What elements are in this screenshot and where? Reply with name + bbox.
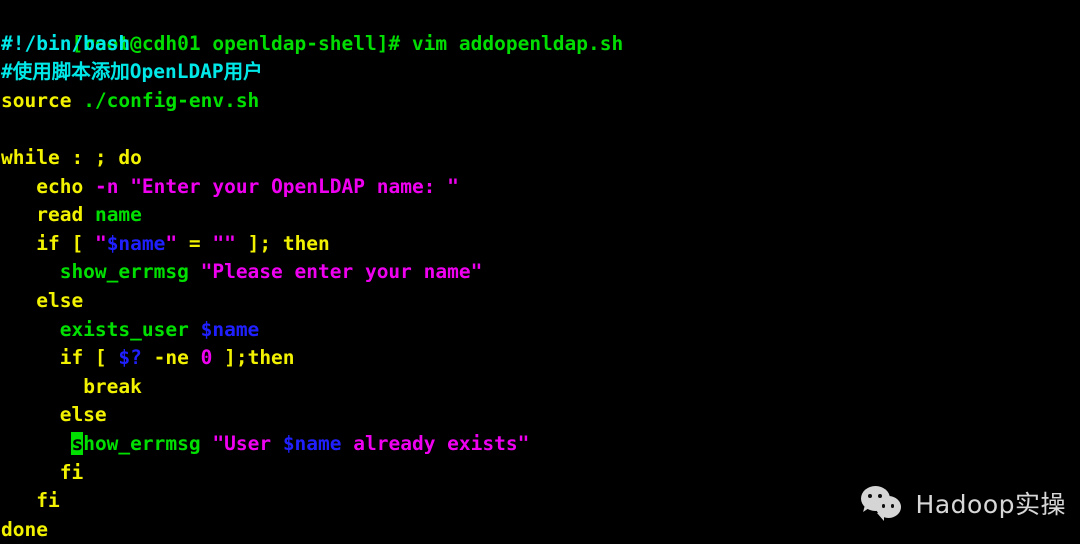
code-token: "Enter your OpenLDAP name: " xyxy=(130,174,459,198)
code-token: #使用脚本添加OpenLDAP用户 xyxy=(1,60,263,84)
code-line[interactable]: else xyxy=(1,287,1080,316)
code-token: " xyxy=(94,231,107,255)
code-line[interactable]: source ./config-env.sh xyxy=(1,87,1080,116)
code-token: #!/bin/bash xyxy=(1,31,131,55)
code-token: "" xyxy=(212,231,236,255)
code-token: then xyxy=(282,231,330,255)
code-token: already exists" xyxy=(341,431,530,455)
code-token: then xyxy=(247,346,295,370)
code-token: fi xyxy=(36,489,60,513)
code-token: = xyxy=(177,231,213,255)
code-line[interactable]: echo -n "Enter your OpenLDAP name: " xyxy=(1,173,1080,202)
code-token: "User xyxy=(212,431,283,455)
code-token: source xyxy=(1,88,72,112)
code-token: "Please enter your name" xyxy=(200,260,483,284)
code-token: fi xyxy=(59,460,84,484)
code-line[interactable]: fi xyxy=(1,487,1080,516)
code-token: if [ xyxy=(36,231,95,255)
code-token: : ; xyxy=(59,145,119,169)
code-token: name xyxy=(94,203,142,227)
code-line[interactable]: show_errmsg "Please enter your name" xyxy=(1,258,1080,287)
code-line[interactable]: show_errmsg "User $name already exists" xyxy=(1,430,1080,459)
code-line[interactable]: exists_user $name xyxy=(1,316,1080,345)
code-token: ]; xyxy=(212,346,248,370)
code-token: -n xyxy=(94,174,119,198)
code-token: show_errmsg xyxy=(59,260,189,284)
code-token: while xyxy=(1,145,60,169)
code-token: $? xyxy=(118,346,142,370)
code-token: " xyxy=(165,231,178,255)
code-line[interactable]: done xyxy=(1,516,1080,544)
vim-buffer[interactable]: #!/bin/bash #使用脚本添加OpenLDAP用户 source ./con… xyxy=(1,30,1080,544)
code-token: else xyxy=(59,403,107,427)
code-token: 0 xyxy=(200,346,213,370)
code-token: read xyxy=(36,203,84,227)
code-token: $name xyxy=(106,231,166,255)
terminal-screen[interactable]: [root@cdh01 openldap-shell]# vim addopen… xyxy=(0,0,1080,544)
code-line[interactable]: #使用脚本添加OpenLDAP用户 xyxy=(1,58,1080,87)
code-token: ]; xyxy=(235,231,283,255)
code-line[interactable]: while : ; do xyxy=(1,144,1080,173)
code-line[interactable]: break xyxy=(1,373,1080,402)
code-line[interactable]: fi xyxy=(1,459,1080,488)
code-token: echo xyxy=(36,174,84,198)
code-token: exists_user xyxy=(59,317,189,341)
code-line[interactable]: if [ $? -ne 0 ];then xyxy=(1,344,1080,373)
terminal-window[interactable]: [root@cdh01 openldap-shell]# vim addopen… xyxy=(0,0,1080,544)
code-token: else xyxy=(36,288,84,312)
code-line[interactable] xyxy=(1,115,1080,144)
code-token: done xyxy=(1,517,48,541)
cursor-block: s xyxy=(71,431,84,455)
code-token: ./config-env.sh xyxy=(71,88,260,112)
code-token: -ne xyxy=(141,346,201,370)
code-token: $name xyxy=(200,317,260,341)
code-line[interactable]: if [ "$name" = "" ]; then xyxy=(1,230,1080,259)
code-line[interactable]: read name xyxy=(1,201,1080,230)
code-token: do xyxy=(118,145,142,169)
code-token: break xyxy=(83,374,142,398)
shell-command: vim addopenldap.sh xyxy=(411,31,624,55)
code-token: if [ xyxy=(59,346,119,370)
code-token: how_errmsg xyxy=(83,431,201,455)
shell-prompt-line: [root@cdh01 openldap-shell]# vim addopen… xyxy=(1,1,1080,55)
code-line[interactable]: else xyxy=(1,401,1080,430)
code-token: $name xyxy=(282,431,342,455)
